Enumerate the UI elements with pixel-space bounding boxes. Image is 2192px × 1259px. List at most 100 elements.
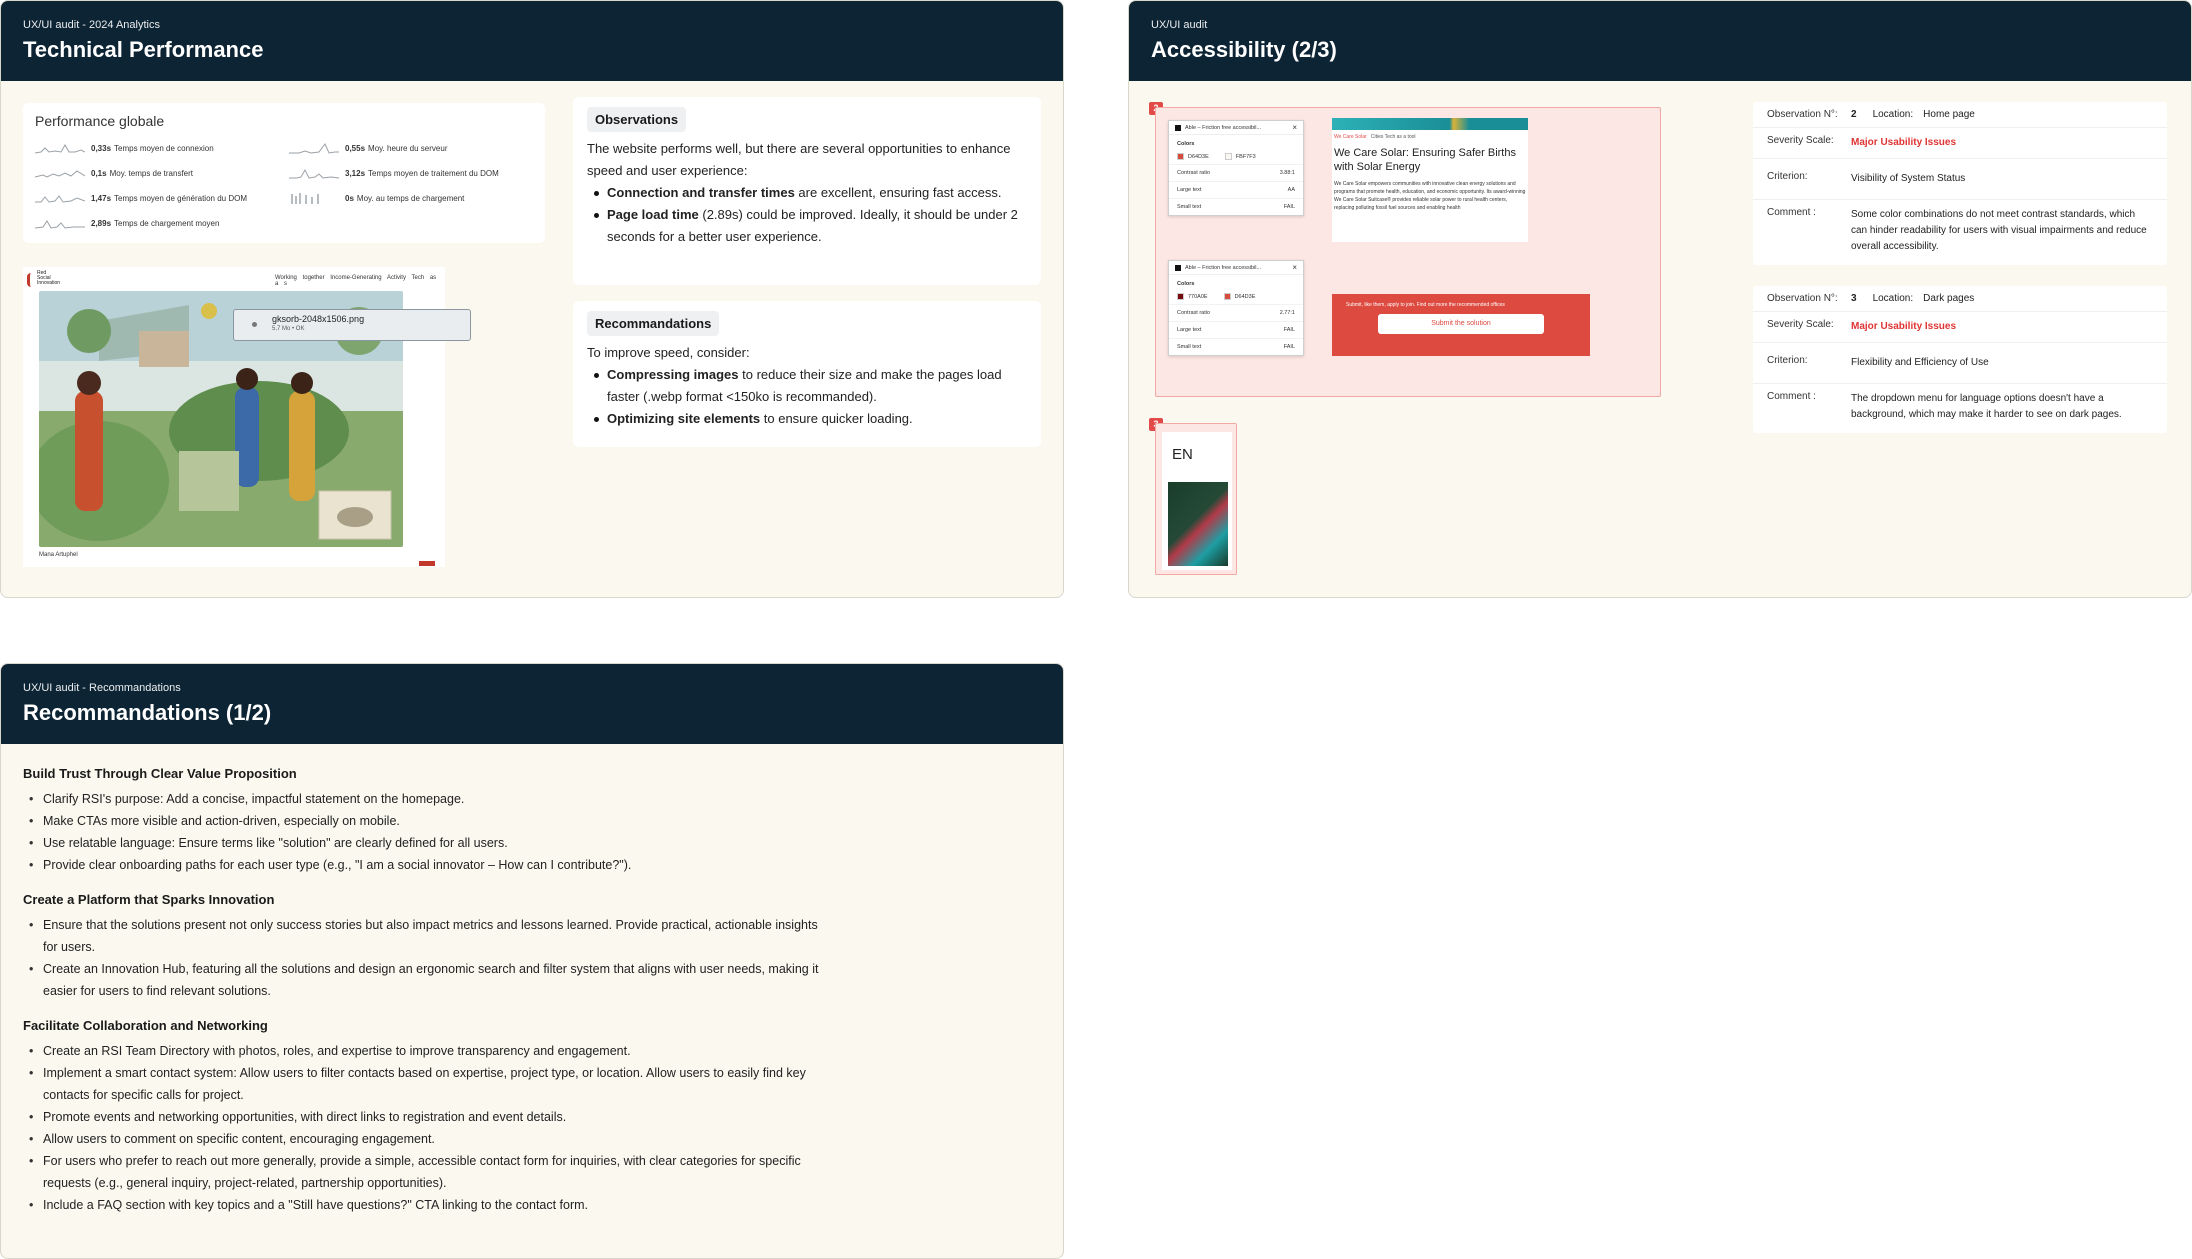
metric-label: Temps moyen de traitement du DOM [368,168,499,178]
sparkline-icon [289,143,339,154]
swatch-b [1224,153,1232,160]
dark-page-thumbnail [1168,482,1228,566]
recommendation-section: Create a Platform that Sparks Innovation… [23,892,923,1002]
color-swatch: FBF7F3 [1224,153,1256,160]
metric-value: 1,47s [91,193,112,203]
contrast-row: Small text FAIL [1169,338,1303,355]
recommendations-intro: To improve speed, consider: [587,345,750,360]
metric-item: 0,33s Temps moyen de connexion [35,139,279,157]
contrast-row: Large text FAIL [1169,321,1303,338]
comment-value: Some color combinations do not meet cont… [1851,209,2147,252]
section-heading: Create a Platform that Sparks Innovation [23,892,275,907]
obs-number-label: Observation N°: [1767,293,1838,304]
close-icon[interactable]: × [1292,263,1297,272]
comment-value: The dropdown menu for language options d… [1851,393,2122,420]
file-name: gksorb-2048x1506.png [272,314,365,324]
article-heading: We Care Solar: Ensuring Safer Births wit… [1334,147,1516,173]
obs-location: Home page [1923,109,1975,120]
severity-value: Major Usability Issues [1851,321,1957,332]
language-option-en[interactable]: EN [1172,446,1193,463]
colors-label: Colors [1177,141,1195,147]
slide-accessibility: UX/UI audit Accessibility (2/3) 2 Able –… [1128,0,2192,598]
close-icon[interactable]: × [1292,123,1297,132]
criterion-value: Flexibility and Efficiency of Use [1851,357,1989,368]
list-item: Connection and transfer times are excell… [587,182,1027,204]
obs-location-label: Location: [1872,293,1914,304]
metric-item: 1,47s Temps moyen de génération du DOM [35,189,279,207]
section-heading: Facilitate Collaboration and Networking [23,1018,268,1033]
metric-value: 0,1s [91,168,107,178]
list-item: Promote events and networking opportunit… [23,1106,823,1128]
section-heading: Build Trust Through Clear Value Proposit… [23,766,297,781]
comment-label: Comment : [1767,207,1816,218]
slide-subtitle: UX/UI audit [1151,19,1208,31]
metric-value: 2,89s [91,218,112,228]
list-item: Optimizing site elements to ensure quick… [587,408,1027,430]
slide-recommendations: UX/UI audit - Recommandations Recommanda… [0,663,1064,1259]
metric-value: 3,12s [345,168,366,178]
submit-solution-button[interactable]: Submit the solution [1378,314,1544,334]
slide-subtitle: UX/UI audit - 2024 Analytics [23,19,160,31]
recommendations-list: Compressing images to reduce their size … [587,364,1027,430]
list-item: Use relatable language: Ensure terms lik… [23,832,823,854]
scroll-indicator [419,561,435,566]
metrics-grid: 0,33s Temps moyen de connexion 0,55s Moy… [35,139,533,232]
language-dropdown: EN [1162,432,1232,570]
metric-label: Temps de chargement moyen [114,218,220,228]
able-panel-2: Able – Friction free accessibil... × Colo… [1168,260,1304,356]
severity-value: Major Usability Issues [1851,137,1957,148]
article-body: We Care Solar empowers communities with … [1334,181,1526,211]
able-panel-title: Able – Friction free accessibil... [1185,264,1262,271]
solution-banner: Submit, like them, apply to join. Find o… [1332,294,1590,356]
image-caption: Mana Artuphel [39,552,78,558]
list-item: Page load time (2.89s) could be improved… [587,204,1027,248]
list-item: Provide clear onboarding paths for each … [23,854,823,876]
sparkline-icon [35,170,85,178]
metric-label: Moy. heure du serveur [368,143,448,153]
color-swatch: 770A0E [1177,293,1208,300]
color-swatch: D64D3E [1177,153,1209,160]
performance-title: Performance globale [35,113,165,129]
obs-number: 3 [1851,293,1857,304]
sparkline-icon [35,195,85,203]
list-item: Create an Innovation Hub, featuring all … [23,958,823,1002]
contrast-row: Contrast ratio 3.88:1 [1169,164,1303,181]
slide-title: Recommandations (1/2) [23,700,272,725]
recommendation-section: Facilitate Collaboration and Networking … [23,1018,923,1216]
list-item: Make CTAs more visible and action-driven… [23,810,823,832]
sparkline-icon [35,143,85,154]
obs-number: 2 [1851,109,1857,120]
able-logo-icon [1175,124,1181,131]
recommendations-card: Recommandations To improve speed, consid… [573,301,1041,447]
observations-intro: The website performs well, but there are… [587,141,1011,178]
rsi-logo-icon [27,273,33,287]
list-item: For users who prefer to reach out more g… [23,1150,823,1194]
able-logo-icon [1175,264,1181,271]
colors-label: Colors [1177,281,1195,287]
list-item: Ensure that the solutions present not on… [23,914,823,958]
metric-label: Moy. au temps de chargement [356,193,465,203]
observations-card: Observations The website performs well, … [573,97,1041,285]
contrast-row: Contrast ratio 2.77:1 [1169,304,1303,321]
swatch-b [1223,293,1231,300]
list-item: Implement a smart contact system: Allow … [23,1062,823,1106]
metric-item: 0,1s Moy. temps de transfert [35,164,279,182]
solar-article-card: We Care Solar Cities Tech as a tool We C… [1332,118,1528,242]
slide-header: UX/UI audit Accessibility (2/3) [1129,1,2191,81]
file-meta: 5,7 Mo • OK [272,326,305,332]
preview-topbar: Red Social Innovation Working together I… [23,267,443,291]
recommendations-body: Build Trust Through Clear Value Proposit… [23,766,923,1232]
file-icon [252,322,257,327]
article-banner-image [1332,118,1528,130]
severity-label: Severity Scale: [1767,135,1834,146]
sparkline-icon [289,168,339,179]
recommendations-tag: Recommandations [587,311,720,336]
rsi-logo-text: Red Social Innovation [37,270,61,286]
criterion-value: Visibility of System Status [1851,173,1966,184]
list-item: Allow users to comment on specific conte… [23,1128,823,1150]
metric-label: Temps moyen de génération du DOM [114,193,247,203]
metric-item: 2,89s Temps de chargement moyen [35,214,279,232]
list-item: Clarify RSI's purpose: Add a concise, im… [23,788,823,810]
file-tooltip: gksorb-2048x1506.png 5,7 Mo • OK [233,309,471,341]
slide-title: Accessibility (2/3) [1151,37,1337,62]
